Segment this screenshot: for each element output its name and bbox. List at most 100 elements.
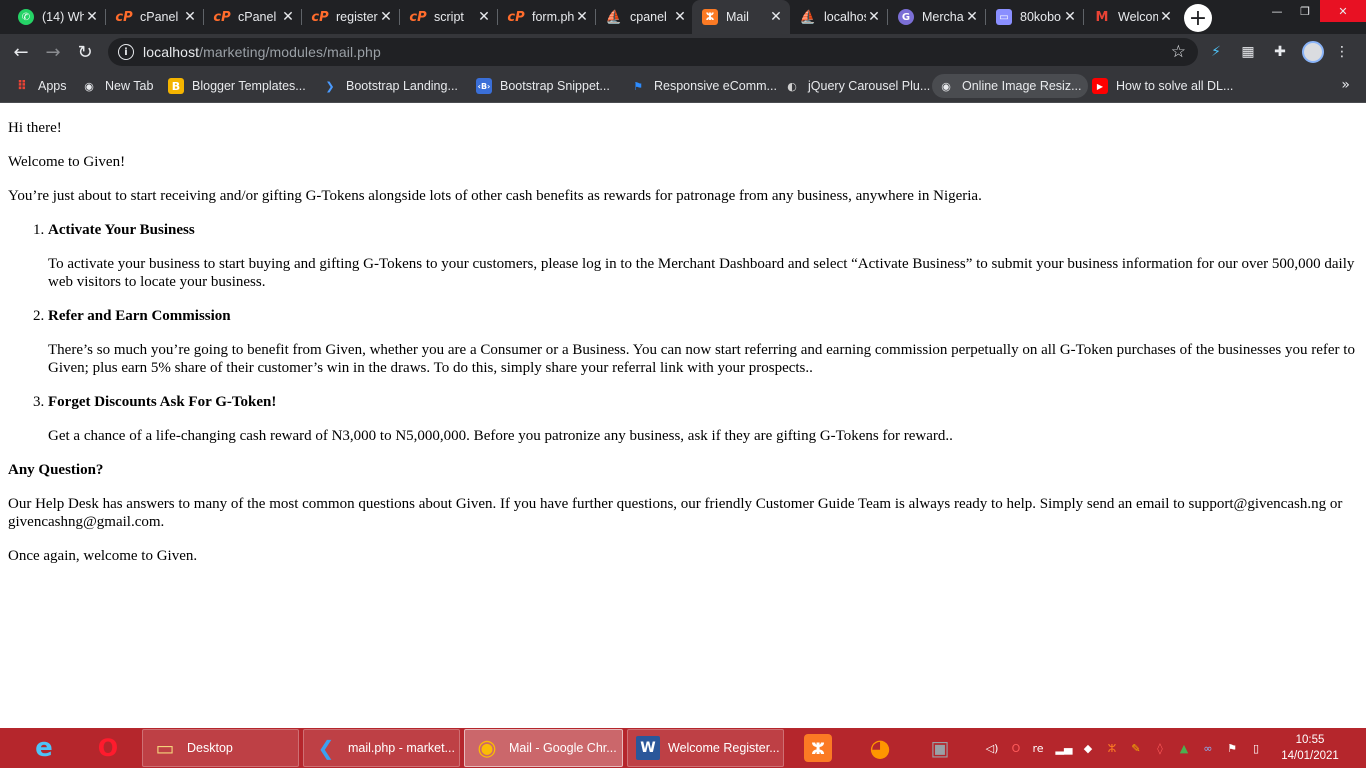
xampp-icon[interactable]: ⵣ xyxy=(804,734,832,762)
link-tray-icon[interactable]: ∞ xyxy=(1200,740,1216,756)
bookmark-label: Bootstrap Snippet... xyxy=(500,79,610,93)
url-host: localhost xyxy=(143,44,200,60)
flag-icon[interactable]: ⚑ xyxy=(1224,740,1240,756)
page-content: Hi there! Welcome to Given! You’re just … xyxy=(0,103,1366,728)
close-icon[interactable]: ✕ xyxy=(476,9,492,25)
tab-script[interactable]: cP script ✕ xyxy=(400,0,498,34)
taskbar-word[interactable]: W Welcome Register... xyxy=(627,729,784,767)
bookmark-blogger[interactable]: B Blogger Templates... xyxy=(162,74,312,98)
bookmark-online-image-resizer[interactable]: ◉ Online Image Resiz... xyxy=(932,74,1088,98)
tab-mail[interactable]: ⵣ Mail ✕ xyxy=(692,0,790,34)
close-icon[interactable]: ✕ xyxy=(672,9,688,25)
tab-80kobo[interactable]: ▭ 80kobo ✕ xyxy=(986,0,1084,34)
bookmark-label: How to solve all DL... xyxy=(1116,79,1234,93)
close-icon[interactable]: ✕ xyxy=(378,9,394,25)
taskbar-chrome[interactable]: ◉ Mail - Google Chr... xyxy=(464,729,623,767)
tab-title: script xyxy=(434,10,464,24)
restore-button[interactable]: ❐ xyxy=(1290,0,1320,22)
list-item: Refer and Earn Commission There’s so muc… xyxy=(48,307,1358,377)
bookmark-bootstrap-snippet[interactable]: ‹B› Bootstrap Snippet... xyxy=(470,74,616,98)
close-icon[interactable]: ✕ xyxy=(84,9,100,25)
bookmark-new-tab[interactable]: ◉ New Tab xyxy=(75,74,159,98)
tab-form[interactable]: cP form.php ✕ xyxy=(498,0,596,34)
bookmark-bootstrap-landing[interactable]: ❯ Bootstrap Landing... xyxy=(316,74,464,98)
bolt-icon: ⚑ xyxy=(633,79,643,93)
close-icon[interactable]: ✕ xyxy=(574,9,590,25)
whatsapp-icon: ✆ xyxy=(18,9,34,25)
cpanel-icon: cP xyxy=(507,9,525,25)
close-icon[interactable]: ✕ xyxy=(1158,9,1174,25)
drive-tray-icon[interactable]: ▲ xyxy=(1176,740,1192,756)
reload-button[interactable]: ↻ xyxy=(72,39,98,65)
tab-title: cPanel xyxy=(140,10,179,24)
close-icon[interactable]: ✕ xyxy=(964,9,980,25)
battery-icon[interactable]: ▯ xyxy=(1248,740,1264,756)
new-tab-button[interactable]: + xyxy=(1184,4,1212,32)
bookmark-label: Blogger Templates... xyxy=(192,79,306,93)
taskbar-label: Mail - Google Chr... xyxy=(509,741,617,755)
tab-title: localhost xyxy=(824,10,866,24)
taskbar-vscode[interactable]: ❮ mail.php - market... xyxy=(303,729,460,767)
qr-code-icon[interactable]: ▦ xyxy=(1238,42,1258,62)
minimize-button[interactable]: — xyxy=(1262,0,1292,22)
profile-avatar[interactable] xyxy=(1302,41,1324,63)
tab-welcome-gmail[interactable]: M Welcome ✕ xyxy=(1084,0,1180,34)
back-button[interactable]: ← xyxy=(8,39,34,65)
internet-explorer-icon[interactable]: e xyxy=(30,733,58,763)
close-icon[interactable]: ✕ xyxy=(866,9,882,25)
address-bar[interactable]: i localhost/marketing/modules/mail.php ☆ xyxy=(108,38,1198,66)
re-tray-icon[interactable]: re xyxy=(1030,740,1046,756)
bookmark-label: Apps xyxy=(38,79,67,93)
extension-icon[interactable]: ⚡ xyxy=(1206,42,1226,62)
firefox-icon[interactable]: ◕ xyxy=(866,734,894,762)
bookmark-jquery-carousel[interactable]: ◐ jQuery Carousel Plu... xyxy=(778,74,936,98)
shield-tray-icon[interactable]: ◊ xyxy=(1152,740,1168,756)
menu-kebab-icon[interactable]: ⋮ xyxy=(1332,42,1352,62)
tab-register[interactable]: cP register ✕ xyxy=(302,0,400,34)
globe-icon: ◉ xyxy=(84,79,94,93)
signal-icon[interactable]: ▂▄ xyxy=(1056,740,1073,756)
clock-date: 14/01/2021 xyxy=(1281,750,1339,762)
forward-button[interactable]: → xyxy=(40,39,66,65)
window-close-button[interactable]: ✕ xyxy=(1320,0,1366,22)
tab-title: Merchant xyxy=(922,10,964,24)
tool-tray-icon[interactable]: ✎ xyxy=(1128,740,1144,756)
tab-cpanel-phpmyadmin[interactable]: ⛵ cpanel ✕ xyxy=(596,0,694,34)
bookmark-label: Responsive eComm... xyxy=(654,79,777,93)
opera-icon[interactable]: O xyxy=(94,734,122,762)
info-icon[interactable]: i xyxy=(118,44,134,60)
list-item-body: To activate your business to start buyin… xyxy=(48,256,1355,290)
bookmark-star-icon[interactable]: ☆ xyxy=(1171,42,1186,62)
volume-icon[interactable]: ◁) xyxy=(984,740,1000,756)
chrome-icon: ◉ xyxy=(477,735,497,761)
close-icon[interactable]: ✕ xyxy=(1062,9,1078,25)
network-icon[interactable]: ◆ xyxy=(1080,740,1096,756)
vscode-icon: ❮ xyxy=(317,736,335,760)
list-item-title: Forget Discounts Ask For G-Token! xyxy=(48,394,277,410)
bookmarks-bar: ⠿ Apps ◉ New Tab B Blogger Templates... … xyxy=(0,70,1366,103)
xampp-tray-icon[interactable]: ⵣ xyxy=(1104,740,1120,756)
tab-title: 80kobo xyxy=(1020,10,1062,24)
bookmark-how-to-solve[interactable]: ▶ How to solve all DL... xyxy=(1086,74,1239,98)
puzzle-extensions-icon[interactable]: ✚ xyxy=(1270,42,1290,62)
taskbar-desktop[interactable]: ▭ Desktop xyxy=(142,729,299,767)
close-icon[interactable]: ✕ xyxy=(768,9,784,25)
system-clock[interactable]: 10:55 14/01/2021 xyxy=(1280,732,1340,764)
tab-whatsapp[interactable]: ✆ (14) WhatsApp ✕ xyxy=(8,0,106,34)
tab-cpanel-2[interactable]: cP cPanel ✕ xyxy=(204,0,302,34)
bookmark-label: jQuery Carousel Plu... xyxy=(808,79,931,93)
network-lock-icon[interactable]: ▣ xyxy=(926,734,954,762)
more-bookmarks-icon[interactable]: » xyxy=(1341,77,1350,93)
bookmark-responsive-ecommerce[interactable]: ⚑ Responsive eComm... xyxy=(624,74,783,98)
list-item-title: Refer and Earn Commission xyxy=(48,308,231,324)
close-icon[interactable]: ✕ xyxy=(280,9,296,25)
opera-tray-icon[interactable]: O xyxy=(1008,740,1024,756)
list-item: Forget Discounts Ask For G-Token! Get a … xyxy=(48,393,1358,445)
bootsnipp-icon: ‹B› xyxy=(476,78,492,94)
tab-localhost[interactable]: ⛵ localhost ✕ xyxy=(790,0,888,34)
tab-cpanel-1[interactable]: cP cPanel ✕ xyxy=(106,0,204,34)
question-heading: Any Question? xyxy=(8,462,104,478)
bookmark-apps[interactable]: ⠿ Apps xyxy=(8,74,73,98)
close-icon[interactable]: ✕ xyxy=(182,9,198,25)
tab-merchant[interactable]: G Merchant ✕ xyxy=(888,0,986,34)
